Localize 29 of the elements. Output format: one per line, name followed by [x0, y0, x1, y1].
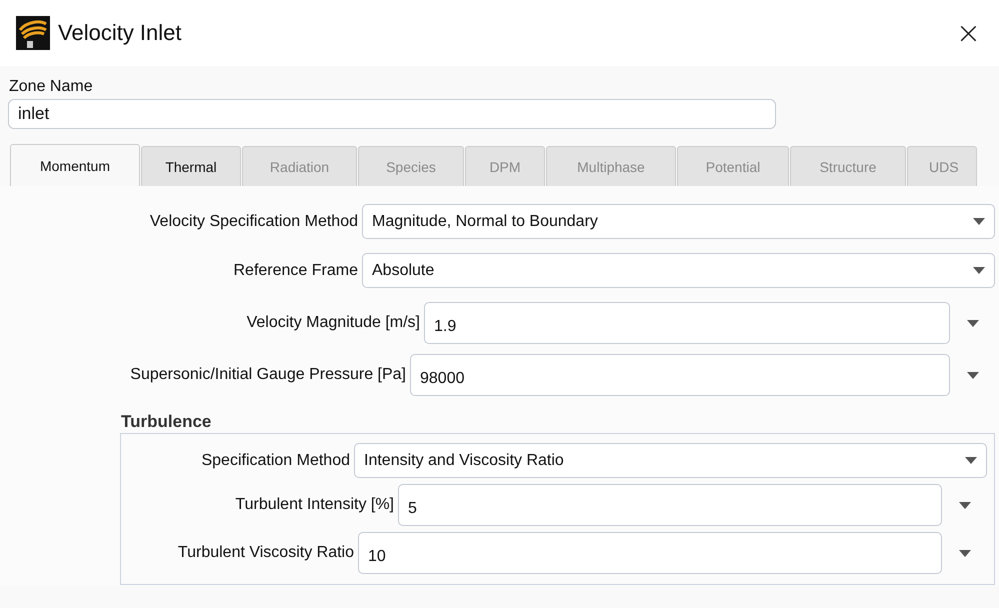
dropdown[interactable]: Magnitude, Normal to Boundary	[362, 204, 995, 239]
dropdown-caret-icon[interactable]	[973, 267, 985, 274]
zone-name-label: Zone Name	[9, 78, 94, 96]
dropdown-caret-icon[interactable]	[958, 550, 970, 556]
field-label: Reference Frame	[232, 262, 359, 280]
field-label: Supersonic/Initial Gauge Pressure [Pa]	[129, 366, 407, 384]
field-label: Turbulent Intensity [%]	[234, 496, 395, 514]
field-label: Velocity Specification Method	[148, 212, 359, 230]
close-button[interactable]: ×	[952, 16, 985, 50]
input-field[interactable]: 10	[358, 532, 942, 574]
window-title: Velocity Inlet	[58, 20, 183, 46]
input-field[interactable]: 98000	[410, 354, 950, 396]
tab[interactable]: Thermal	[141, 146, 241, 186]
field-label: Turbulent Viscosity Ratio	[176, 544, 355, 562]
input-field[interactable]: 5	[398, 484, 942, 526]
dropdown-caret-icon[interactable]	[958, 502, 970, 508]
tab[interactable]: Momentum	[10, 144, 140, 186]
input-field[interactable]: 1.9	[424, 302, 950, 344]
zone-name-field[interactable]: inlet	[8, 99, 776, 129]
field-label: Velocity Magnitude [m/s]	[246, 314, 421, 332]
dropdown-caret-icon[interactable]	[966, 320, 978, 326]
app-logo-icon	[16, 16, 50, 50]
dropdown-caret-icon[interactable]	[966, 372, 978, 378]
field-label: Specification Method	[200, 452, 351, 470]
dropdown[interactable]: Intensity and Viscosity Ratio	[354, 443, 987, 478]
dropdown-caret-icon[interactable]	[973, 218, 985, 225]
dropdown-caret-icon[interactable]	[965, 457, 977, 464]
dropdown[interactable]: Absolute	[362, 253, 995, 288]
section-heading: Turbulence	[121, 412, 212, 432]
